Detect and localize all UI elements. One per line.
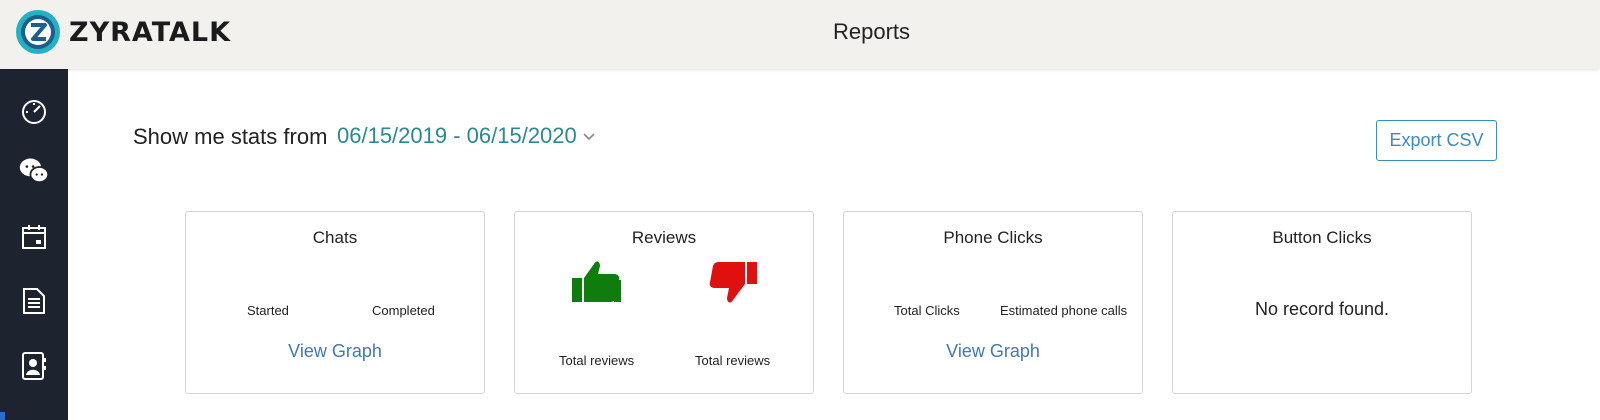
thumbs-down-icon xyxy=(709,262,757,303)
chats-view-graph-link[interactable]: View Graph xyxy=(186,341,484,362)
phone-estimated-calls-label: Estimated phone calls xyxy=(1000,303,1128,318)
date-range-picker[interactable]: 06/15/2019 - 06/15/2020 xyxy=(337,123,595,149)
chevron-down-icon xyxy=(583,133,595,141)
reviews-card: Reviews Total reviews Total reviews xyxy=(514,211,814,394)
card-title: Phone Clicks xyxy=(943,228,1043,247)
dashboard-gauge-icon[interactable] xyxy=(18,95,50,127)
reviews-negative-label: Total reviews xyxy=(695,353,771,368)
chats-completed-label: Completed xyxy=(372,303,435,318)
contacts-icon[interactable] xyxy=(18,350,50,382)
button-clicks-card: Button Clicks No record found. xyxy=(1172,211,1472,394)
chats-card: Chats Started Completed View Graph xyxy=(185,211,485,394)
stats-range-label: Show me stats from xyxy=(133,124,328,149)
card-title: Chats xyxy=(312,228,358,247)
phone-view-graph-link[interactable]: View Graph xyxy=(844,341,1142,362)
phone-clicks-card: Phone Clicks Total Clicks Estimated phon… xyxy=(843,211,1143,394)
sidebar-active-indicator xyxy=(0,412,5,420)
chat-bubbles-icon[interactable] xyxy=(18,155,50,187)
page-title: Reports xyxy=(832,19,911,44)
top-bar: ZYRATALK Reports xyxy=(0,0,1600,69)
calendar-icon[interactable] xyxy=(18,221,50,253)
card-title: Button Clicks xyxy=(1272,228,1372,247)
phone-total-clicks-label: Total Clicks xyxy=(894,303,960,318)
date-range-value: 06/15/2019 - 06/15/2020 xyxy=(337,123,577,148)
document-icon[interactable] xyxy=(18,285,50,317)
export-csv-button[interactable]: Export CSV xyxy=(1376,120,1497,161)
reviews-positive-label: Total reviews xyxy=(559,353,635,368)
empty-state-message: No record found. xyxy=(1254,299,1390,319)
thumbs-up-icon xyxy=(572,261,621,302)
chats-started-label: Started xyxy=(247,303,289,318)
card-title: Reviews xyxy=(631,228,697,247)
sidebar xyxy=(0,69,68,420)
